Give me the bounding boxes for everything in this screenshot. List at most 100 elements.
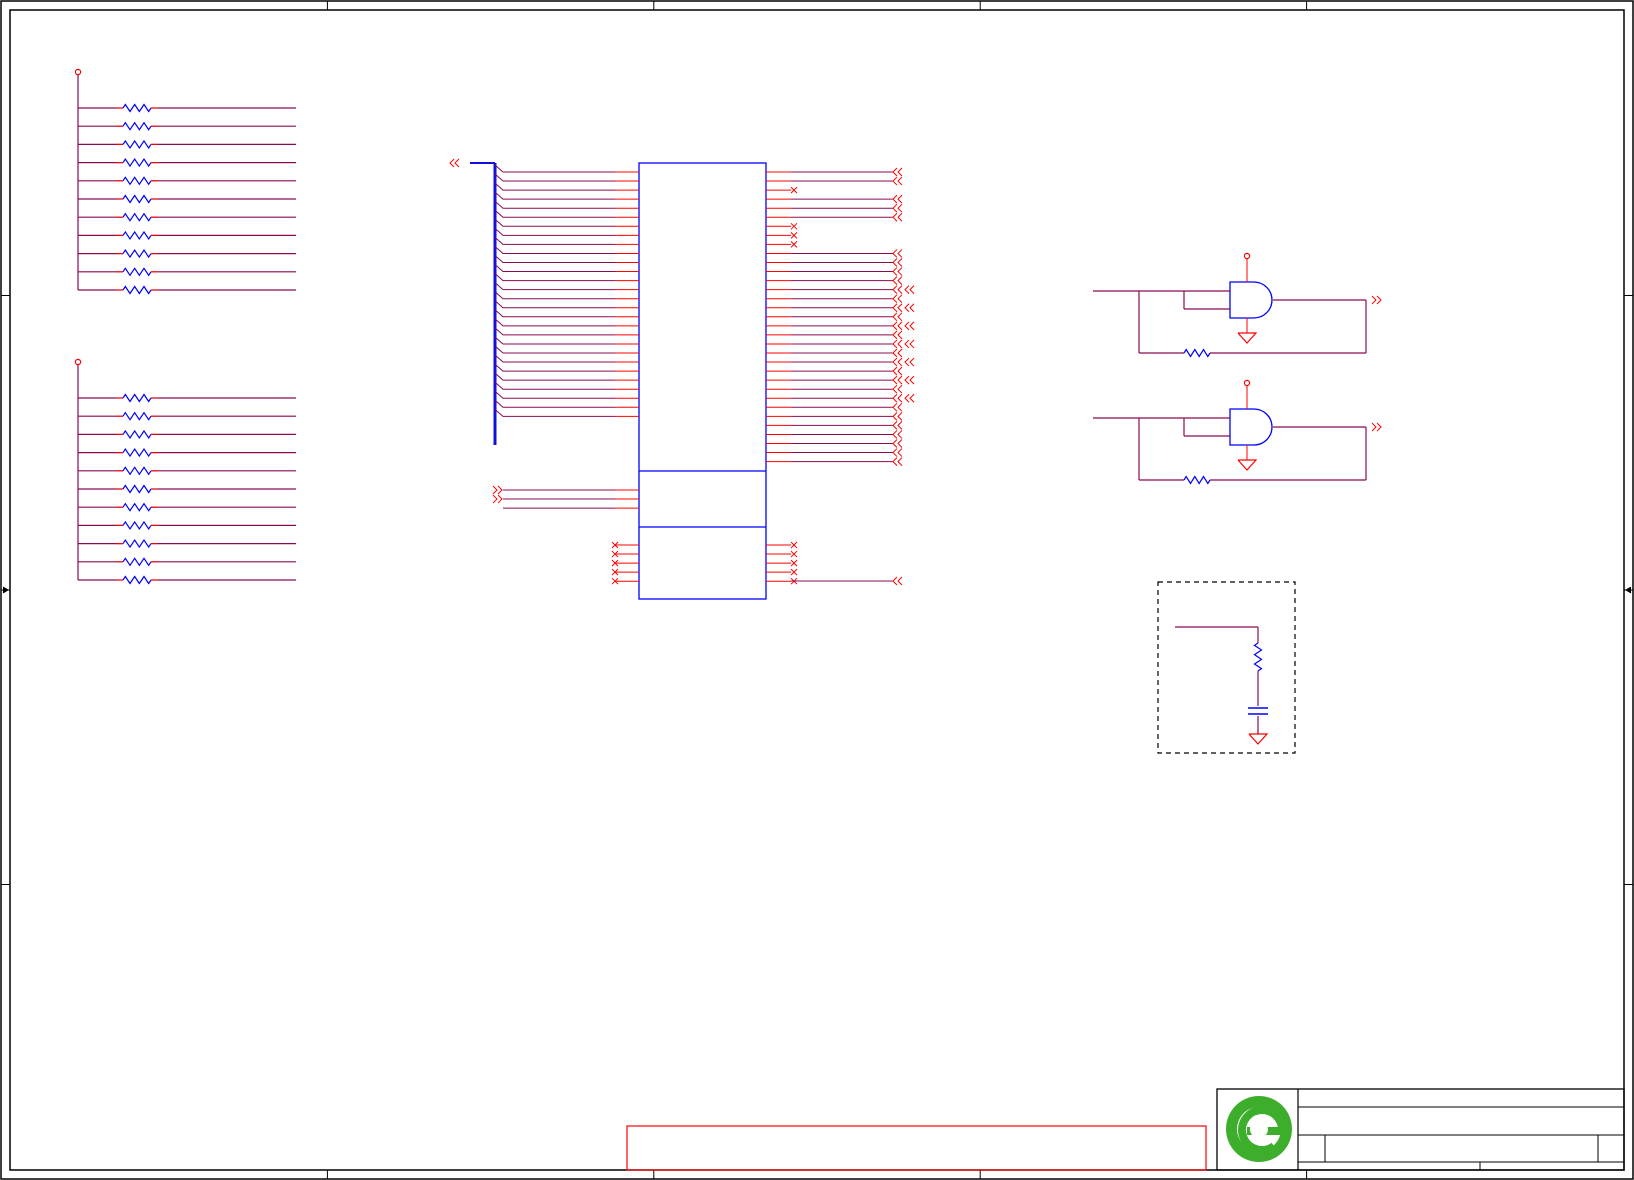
port-arrow-left-icon (897, 276, 903, 285)
schematic-canvas (0, 0, 1634, 1180)
port-arrow-left-icon (892, 258, 898, 267)
port-arrow-left-icon (909, 339, 915, 349)
power-port-icon (1243, 379, 1251, 387)
port-arrow-left-icon (897, 176, 903, 186)
port-arrow-left-icon (892, 348, 898, 358)
port-arrow-left-icon (897, 439, 903, 448)
bus-entry-wire (494, 218, 615, 227)
port-arrow-right-icon (1371, 295, 1377, 305)
resistor-icon (122, 411, 152, 421)
center-mark-icon (1625, 586, 1632, 594)
bus-entry-wire (494, 282, 615, 291)
resistor-icon (122, 393, 152, 403)
ground-icon (1248, 733, 1269, 745)
port-arrow-left-icon (904, 357, 910, 367)
and-gate-icon (1229, 281, 1273, 319)
resistor-icon (122, 575, 152, 585)
and-gate-circuit (1093, 379, 1382, 485)
bus-entry-wire (494, 327, 615, 336)
port-arrow-left-icon (892, 285, 898, 295)
port-arrow-left-icon (892, 212, 898, 222)
port-arrow-right-icon (1376, 422, 1382, 432)
notes-frame (626, 1125, 1207, 1171)
resistor-icon (122, 466, 152, 476)
power-port-icon (1243, 252, 1251, 260)
power-port-icon (74, 68, 82, 76)
port-arrow-left-icon (897, 576, 903, 586)
bus-entry-wire (494, 408, 615, 417)
port-arrow-left-icon (909, 375, 915, 385)
resistor-icon (1183, 348, 1211, 358)
port-arrow-left-icon (897, 194, 903, 204)
sheet-frame (0, 0, 1634, 1180)
port-arrow-left-icon (897, 203, 903, 213)
bus-entry-wire (494, 227, 615, 236)
port-arrow-left-icon (897, 393, 903, 403)
bus-entry-wire (494, 399, 615, 408)
power-port-icon (74, 358, 82, 366)
ground-icon (1237, 332, 1258, 344)
port-arrow-left-icon (897, 312, 903, 322)
port-arrow-left-icon (897, 321, 903, 331)
bus-entry-wire (494, 390, 615, 399)
port-arrow-left-icon (909, 285, 915, 295)
port-arrow-left-icon (897, 303, 903, 313)
resistor-icon (122, 285, 152, 295)
port-arrow-left-icon (897, 167, 903, 177)
resistor-icon (1183, 475, 1211, 485)
bus-entry-wire (494, 264, 615, 273)
bus-entry-wire (494, 164, 615, 173)
port-arrow-left-icon (904, 393, 910, 403)
port-arrow-left-icon (892, 312, 898, 322)
port-arrow-left-icon (892, 375, 898, 385)
port-arrow-left-icon (892, 167, 898, 177)
port-arrow-left-icon (897, 294, 903, 304)
resistor-icon (122, 121, 152, 131)
bus-entry-wire (494, 273, 615, 282)
port-arrow-left-icon (892, 321, 898, 331)
port-arrow-left-icon (897, 457, 903, 466)
port-arrow-right-icon (1376, 295, 1382, 305)
port-arrow-left-icon (897, 258, 903, 267)
port-arrow-left-icon (892, 176, 898, 186)
resistor-icon (122, 249, 152, 259)
port-arrow-left-icon (892, 294, 898, 304)
port-arrow-right-icon (1371, 422, 1377, 432)
resistor-icon (122, 103, 152, 113)
port-arrow-left-icon (892, 439, 898, 448)
port-arrow-left-icon (897, 366, 903, 376)
resistor-icon (122, 212, 152, 222)
company-logo (1226, 1096, 1292, 1162)
bus-entry-wire (494, 173, 615, 182)
port-arrow-left-icon (897, 375, 903, 385)
port-arrow-left-icon (892, 249, 898, 258)
port-arrow-left-icon (904, 321, 910, 331)
bus-entry-wire (494, 372, 615, 381)
port-arrow-left-icon (904, 285, 910, 295)
bus-entry-wire (494, 255, 615, 263)
main-connector-ic (449, 158, 915, 600)
title-block (1216, 1088, 1625, 1171)
port-arrow-left-icon (892, 457, 898, 466)
ground-icon (1237, 459, 1258, 471)
port-arrow-left-icon (904, 339, 910, 349)
port-arrow-left-icon (909, 321, 915, 331)
port-arrow-left-icon (904, 303, 910, 313)
resistor-icon (122, 139, 152, 149)
port-arrow-left-icon (904, 375, 910, 385)
port-arrow-left-icon (897, 421, 903, 430)
port-arrow-left-icon (892, 402, 898, 412)
bus-entry-wire (494, 354, 615, 363)
resistor-icon (122, 557, 152, 567)
center-mark-icon (2, 586, 9, 594)
bus-entry-wire (494, 363, 615, 372)
and-gate-circuit (1093, 252, 1382, 358)
port-arrow-left-icon (892, 366, 898, 376)
resistor-icon (1253, 642, 1263, 672)
port-arrow-right-icon (492, 485, 498, 495)
and-gate-icon (1229, 408, 1273, 446)
resistor-icon (122, 539, 152, 549)
port-arrow-left-icon (892, 576, 898, 586)
bus-entry-wire (494, 336, 615, 345)
bus-entry-wire (494, 182, 615, 191)
